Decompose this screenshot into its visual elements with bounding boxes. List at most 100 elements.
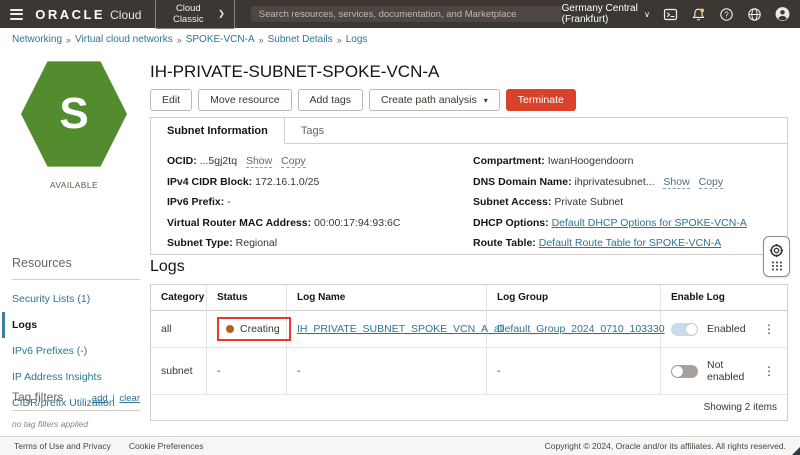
- dhcp-options-link[interactable]: Default DHCP Options for SPOKE-VCN-A: [552, 217, 747, 229]
- logs-heading: Logs: [150, 258, 185, 275]
- edit-button[interactable]: Edit: [150, 89, 193, 111]
- enable-log-toggle-on[interactable]: [671, 322, 698, 336]
- cloud-classic-button[interactable]: Cloud Classic ❯: [155, 0, 235, 29]
- tag-filters-header: Tag filters add | clear: [12, 390, 140, 404]
- subnet-hexagon-icon: S: [21, 61, 127, 167]
- ipv6-prefix-value: -: [227, 196, 231, 208]
- ipv6-prefix-field: IPv6 Prefix: -: [167, 196, 473, 208]
- enable-log-toggle-off[interactable]: [671, 364, 698, 378]
- brand-oracle: ORACLE: [35, 6, 106, 22]
- breadcrumb-logs[interactable]: Logs: [346, 34, 368, 45]
- status-value: Creating: [240, 323, 280, 335]
- row-actions-kebab-icon[interactable]: ⋮: [761, 364, 777, 378]
- dns-domain-field: DNS Domain Name: ihprivatesubnet... Show…: [473, 175, 771, 189]
- tag-filters-section: Tag filters add | clear no tag filters a…: [12, 390, 140, 429]
- terminate-button[interactable]: Terminate: [505, 89, 576, 111]
- region-selector[interactable]: Germany Central (Frankfurt) ∨: [562, 3, 650, 25]
- subnet-info-left-column: OCID: ...5gj2tq Show Copy IPv4 CIDR Bloc…: [167, 155, 473, 258]
- chevron-down-icon: ▾: [483, 95, 488, 105]
- breadcrumb-networking[interactable]: Networking: [12, 34, 62, 45]
- tag-filters-heading: Tag filters: [12, 390, 64, 404]
- divider: [12, 410, 140, 411]
- table-row-subnet-log-name-cell: -: [287, 348, 487, 395]
- target-move-icon: [769, 243, 784, 257]
- top-navigation-bar: ORACLE Cloud Cloud Classic ❯ Germany Cen…: [0, 0, 800, 29]
- cloud-classic-label: Cloud Classic: [172, 3, 204, 25]
- sidebar-item-security-lists[interactable]: Security Lists (1): [12, 286, 140, 312]
- subnet-info-panel: Subnet Information Tags OCID: ...5gj2tq …: [150, 117, 788, 255]
- sidebar-item-ip-address-insights[interactable]: IP Address Insights: [12, 364, 140, 390]
- toggle-label: Enabled: [707, 323, 746, 335]
- page-title: IH-PRIVATE-SUBNET-SPOKE-VCN-A: [150, 62, 440, 81]
- subnet-type-value: Regional: [235, 237, 278, 249]
- tab-subnet-information[interactable]: Subnet Information: [151, 118, 285, 144]
- breadcrumb: Networking » Virtual cloud networks » SP…: [12, 34, 367, 45]
- cloud-shell-icon[interactable]: [663, 7, 678, 22]
- create-path-analysis-button[interactable]: Create path analysis ▾: [369, 89, 500, 111]
- help-icon[interactable]: ?: [719, 7, 734, 22]
- table-row-subnet-status-cell: -: [207, 348, 287, 395]
- add-tags-button[interactable]: Add tags: [297, 89, 363, 111]
- breadcrumb-separator-icon: »: [176, 34, 182, 45]
- dns-domain-value: ihprivatesubnet...: [574, 175, 655, 188]
- breadcrumb-subnet-details[interactable]: Subnet Details: [268, 34, 333, 45]
- subnet-access-field: Subnet Access: Private Subnet: [473, 196, 771, 208]
- table-row-all-log-name-cell: IH_PRIVATE_SUBNET_SPOKE_VCN_A_all: [287, 311, 504, 348]
- subnet-type-label: Subnet Type:: [167, 237, 233, 249]
- table-row-all-log-group-cell: Default_Group_2024_0710_103330: [487, 311, 665, 348]
- move-resource-button[interactable]: Move resource: [198, 89, 292, 111]
- user-avatar[interactable]: [775, 7, 790, 22]
- language-globe-icon[interactable]: [747, 7, 762, 22]
- tag-filters-add-link[interactable]: add: [92, 393, 108, 404]
- topbar-right-group: Germany Central (Frankfurt) ∨ ?: [562, 3, 790, 25]
- brand-cloud: Cloud: [110, 7, 142, 22]
- status-highlight-box: Creating: [217, 317, 291, 341]
- chevron-right-icon: ❯: [218, 9, 225, 18]
- breadcrumb-spoke-vcn-a[interactable]: SPOKE-VCN-A: [186, 34, 255, 45]
- drag-dots-icon: [771, 261, 782, 270]
- table-row-all-status-cell: Creating: [207, 311, 291, 348]
- tab-tags[interactable]: Tags: [285, 118, 340, 143]
- table-row-subnet-enable-cell: Not enabled ⋮: [661, 348, 787, 395]
- log-name-link[interactable]: IH_PRIVATE_SUBNET_SPOKE_VCN_A_all: [297, 323, 504, 335]
- oracle-cloud-logo[interactable]: ORACLE Cloud: [35, 7, 141, 22]
- ocid-field: OCID: ...5gj2tq Show Copy: [167, 155, 473, 168]
- breadcrumb-vcns[interactable]: Virtual cloud networks: [75, 34, 173, 45]
- ipv4-cidr-label: IPv4 CIDR Block:: [167, 175, 253, 188]
- path-analysis-label: Create path analysis: [381, 94, 477, 106]
- dns-copy-link[interactable]: Copy: [698, 175, 724, 189]
- chevron-down-icon: ∨: [644, 9, 651, 19]
- hamburger-menu-icon[interactable]: [10, 8, 24, 20]
- action-buttons-row: Edit Move resource Add tags Create path …: [150, 89, 576, 111]
- log-group-value: -: [497, 365, 501, 377]
- category-value: all: [161, 323, 172, 335]
- creating-status-dot-icon: [226, 325, 234, 333]
- terms-link[interactable]: Terms of Use and Privacy: [14, 441, 111, 451]
- tag-filters-clear-link[interactable]: clear: [119, 393, 140, 404]
- floating-widget-handle[interactable]: [763, 236, 790, 277]
- dns-show-link[interactable]: Show: [663, 175, 690, 189]
- cookie-preferences-link[interactable]: Cookie Preferences: [129, 441, 204, 451]
- compartment-value: IwanHoogendoorn: [547, 155, 634, 167]
- ocid-copy-link[interactable]: Copy: [281, 155, 306, 168]
- ocid-label: OCID:: [167, 155, 197, 167]
- ocid-show-link[interactable]: Show: [245, 155, 273, 168]
- log-group-link[interactable]: Default_Group_2024_0710_103330: [497, 323, 665, 335]
- router-mac-value: 00:00:17:94:93:6C: [314, 216, 401, 229]
- column-header-log-name: Log Name: [287, 285, 487, 311]
- row-actions-kebab-icon[interactable]: ⋮: [761, 322, 777, 336]
- copyright-text: Copyright © 2024, Oracle and/or its affi…: [544, 441, 786, 451]
- subnet-info-body: OCID: ...5gj2tq Show Copy IPv4 CIDR Bloc…: [151, 144, 787, 258]
- compartment-field: Compartment: IwanHoogendoorn: [473, 155, 771, 167]
- sidebar-item-logs[interactable]: Logs: [2, 312, 140, 338]
- ipv4-cidr-value: 172.16.1.0/25: [255, 175, 320, 188]
- resources-heading: Resources: [12, 256, 72, 270]
- route-table-link[interactable]: Default Route Table for SPOKE-VCN-A: [539, 237, 721, 249]
- svg-text:?: ?: [724, 10, 729, 19]
- breadcrumb-separator-icon: »: [258, 34, 264, 45]
- notifications-bell-icon[interactable]: [691, 7, 706, 22]
- sidebar-item-ipv6-prefixes[interactable]: IPv6 Prefixes (-): [12, 338, 140, 364]
- search-input[interactable]: [250, 6, 562, 22]
- table-row-all-category-cell: all: [151, 311, 207, 348]
- logs-table: Category Status Log Name Log Group Enabl…: [150, 284, 788, 421]
